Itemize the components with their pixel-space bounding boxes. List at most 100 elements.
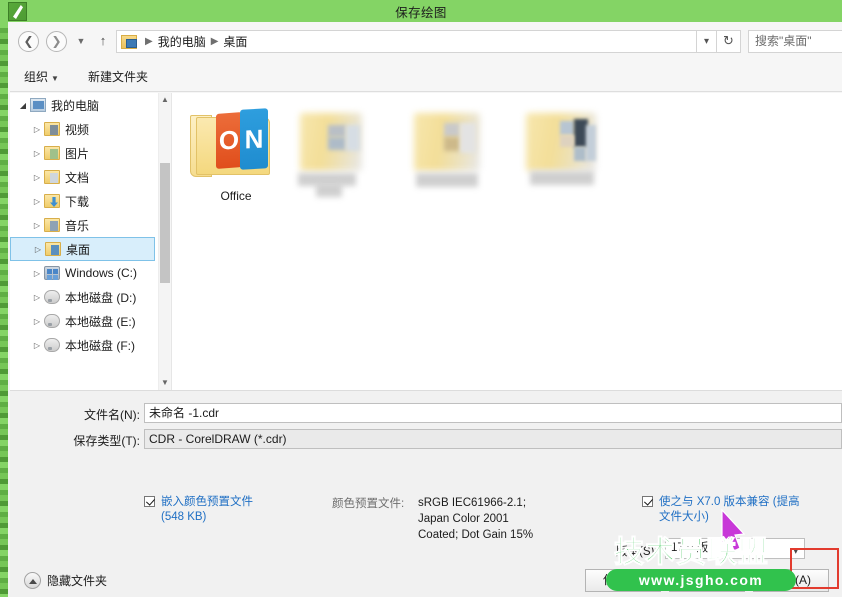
chevron-collapsed-icon[interactable]: ▷ (30, 221, 44, 230)
tree-item-10[interactable]: ▷ 本地磁盘 (F:) (10, 333, 158, 357)
hide-folders-button[interactable]: 隐藏文件夹 (24, 572, 107, 589)
address-bar: ❮ ❯ ▼ ↑ ▶ 我的电脑 ▶ 桌面 ▾ ↻ 搜索"桌面" (10, 22, 842, 60)
list-item-redacted-1[interactable] (298, 99, 402, 217)
command-toolbar: 组织 ▼ 新建文件夹 (10, 60, 842, 92)
refresh-icon[interactable]: ↻ (717, 30, 741, 53)
tree-item-label: 下载 (65, 194, 90, 209)
chevron-collapsed-icon[interactable]: ▷ (31, 245, 45, 254)
tree-item-4[interactable]: ▷ 下载 (10, 189, 158, 213)
embed-color-profile-label: 嵌入颜色预置文件 (548 KB) (161, 496, 253, 523)
dialog-client-area: ❮ ❯ ▼ ↑ ▶ 我的电脑 ▶ 桌面 ▾ ↻ 搜索"桌面" 组织 ▼ 新建文件夹… (10, 22, 842, 597)
tree-scrollbar[interactable]: ▲ ▼ (158, 93, 170, 390)
save-form: 文件名(N): 未命名 -1.cdr 保存类型(T): CDR - CorelD… (10, 390, 842, 565)
version-compatibility-checkbox[interactable]: 使之与 X7.0 版本兼容 (提高文件大小) (642, 495, 800, 525)
drive-icon (44, 338, 60, 352)
tree-item-label: 桌面 (66, 242, 91, 257)
folder-music-icon (44, 218, 60, 232)
embed-color-profile-checkbox[interactable]: 嵌入颜色预置文件 (548 KB) (144, 495, 264, 525)
chevron-collapsed-icon[interactable]: ▷ (30, 149, 44, 158)
scrollbar-thumb[interactable] (160, 163, 170, 283)
tree-item-7[interactable]: ▷ Windows (C:) (10, 261, 158, 285)
search-input[interactable]: 搜索"桌面" (748, 30, 842, 53)
breadcrumb-item-1[interactable]: 桌面 (223, 33, 247, 50)
scroll-down-icon[interactable]: ▼ (159, 376, 171, 390)
color-profile-line-1: Japan Color 2001 (418, 513, 509, 525)
scroll-up-icon[interactable]: ▲ (159, 93, 171, 107)
back-arrow-icon[interactable]: ❮ (18, 31, 39, 52)
chevron-collapsed-icon[interactable]: ▷ (30, 197, 44, 206)
hide-folders-label: 隐藏文件夹 (47, 574, 108, 588)
breadcrumb-separator: ▶ (145, 36, 153, 47)
chevron-collapsed-icon[interactable]: ▷ (30, 317, 44, 326)
version-compatibility-label: 使之与 X7.0 版本兼容 (提高文件大小) (659, 496, 800, 523)
tree-item-label: 图片 (65, 146, 90, 161)
list-item-label: Office (220, 189, 252, 203)
checkbox-checked-icon[interactable] (642, 496, 653, 507)
list-item-redacted-3[interactable] (524, 99, 628, 217)
filename-input[interactable]: 未命名 -1.cdr (144, 403, 842, 423)
tree-item-label: 音乐 (65, 218, 90, 233)
breadcrumb-separator: ▶ (210, 36, 219, 47)
title-bar: 保存绘图 (0, 0, 842, 22)
folder-pictures-icon (44, 146, 60, 160)
new-folder-button[interactable]: 新建文件夹 (88, 68, 148, 85)
cancel-button[interactable]: 取消 (669, 569, 745, 592)
tree-item-label: 本地磁盘 (D:) (65, 290, 137, 305)
color-profile-caption: 颜色预置文件: (332, 498, 405, 510)
chevron-collapsed-icon[interactable]: ▷ (30, 341, 44, 350)
checkbox-checked-icon[interactable] (144, 496, 155, 507)
folder-icon-redacted (298, 111, 390, 197)
tree-item-6[interactable]: ▷ 桌面 (10, 237, 155, 261)
computer-icon (30, 98, 46, 112)
chevron-collapsed-icon[interactable]: ▷ (30, 293, 44, 302)
tree-item-3[interactable]: ▷ 文档 (10, 165, 158, 189)
up-arrow-icon[interactable]: ↑ (95, 33, 111, 49)
tree-item-2[interactable]: ▷ 图片 (10, 141, 158, 165)
tree-item-label: 本地磁盘 (E:) (65, 314, 136, 329)
version-value: 17.0 版 (671, 542, 709, 554)
forward-arrow-icon[interactable]: ❯ (46, 31, 67, 52)
tree-item-label: 我的电脑 (51, 98, 100, 113)
tree-item-5[interactable]: ▷ 音乐 (10, 213, 158, 237)
drive-icon (44, 314, 60, 328)
tree-item-8[interactable]: ▷ 本地磁盘 (D:) (10, 285, 158, 309)
window-frame-left (0, 22, 8, 597)
chevron-collapsed-icon[interactable]: ▷ (30, 173, 44, 182)
save-button[interactable]: 保存(S) (585, 569, 661, 592)
tree-item-9[interactable]: ▷ 本地磁盘 (E:) (10, 309, 158, 333)
chevron-down-icon-organize: ▼ (51, 74, 59, 83)
folder-desktop-icon (45, 242, 61, 256)
chevron-collapsed-icon[interactable]: ▷ (30, 269, 44, 278)
list-item-redacted-2[interactable] (412, 99, 516, 217)
color-profile-line-2: Coated; Dot Gain 15% (418, 529, 534, 541)
advanced-button[interactable]: 高级(A) (753, 569, 829, 592)
filetype-select[interactable]: CDR - CorelDRAW (*.cdr) (144, 429, 842, 449)
breadcrumb-item-0[interactable]: 我的电脑 (158, 33, 206, 50)
chevron-down-icon-history[interactable]: ▼ (74, 36, 88, 48)
filename-label: 文件名(N): (84, 408, 140, 422)
chevron-down-icon-path[interactable]: ▾ (697, 30, 717, 53)
save-drawing-dialog: 保存绘图 ❮ ❯ ▼ ↑ ▶ 我的电脑 ▶ 桌面 ▾ ↻ 搜索"桌面" 组织▼ (0, 0, 842, 597)
version-label: 版本(S): (616, 546, 658, 558)
chevron-expanded-icon[interactable]: ◢ (16, 101, 30, 110)
color-profile-line-0: sRGB IEC61966-2.1; (418, 497, 527, 509)
folder-icon-redacted (524, 111, 616, 189)
drive-icon (44, 290, 60, 304)
tree-item-label: Windows (C:) (65, 266, 138, 280)
window-title: 保存绘图 (395, 6, 447, 20)
file-list: O N Office (171, 93, 842, 390)
folder-video-icon (44, 122, 60, 136)
tree-item-0[interactable]: ◢ 我的电脑 (10, 93, 158, 117)
organize-button[interactable]: 组织 ▼ (24, 68, 59, 85)
folder-documents-icon (44, 170, 60, 184)
version-select[interactable]: 17.0 版 ▾ (665, 538, 805, 559)
dialog-footer: 隐藏文件夹 保存(S) 取消 高级(A) (10, 565, 842, 597)
chevron-collapsed-icon[interactable]: ▷ (30, 125, 44, 134)
breadcrumb[interactable]: ▶ 我的电脑 ▶ 桌面 (116, 30, 697, 53)
chevron-down-icon-version: ▾ (793, 546, 798, 556)
computer-icon (121, 34, 137, 49)
tree-item-label: 视频 (65, 122, 90, 137)
tree-item-1[interactable]: ▷ 视频 (10, 117, 158, 141)
navigation-tree: ◢ 我的电脑 ▷ 视频 ▷ 图片 ▷ 文档 ▷ 下载 ▷ 音乐 ▷ 桌面 ▷ Windows (C:) ▷ 本地磁… (10, 93, 158, 390)
list-item-office[interactable]: O N Office (184, 99, 288, 217)
